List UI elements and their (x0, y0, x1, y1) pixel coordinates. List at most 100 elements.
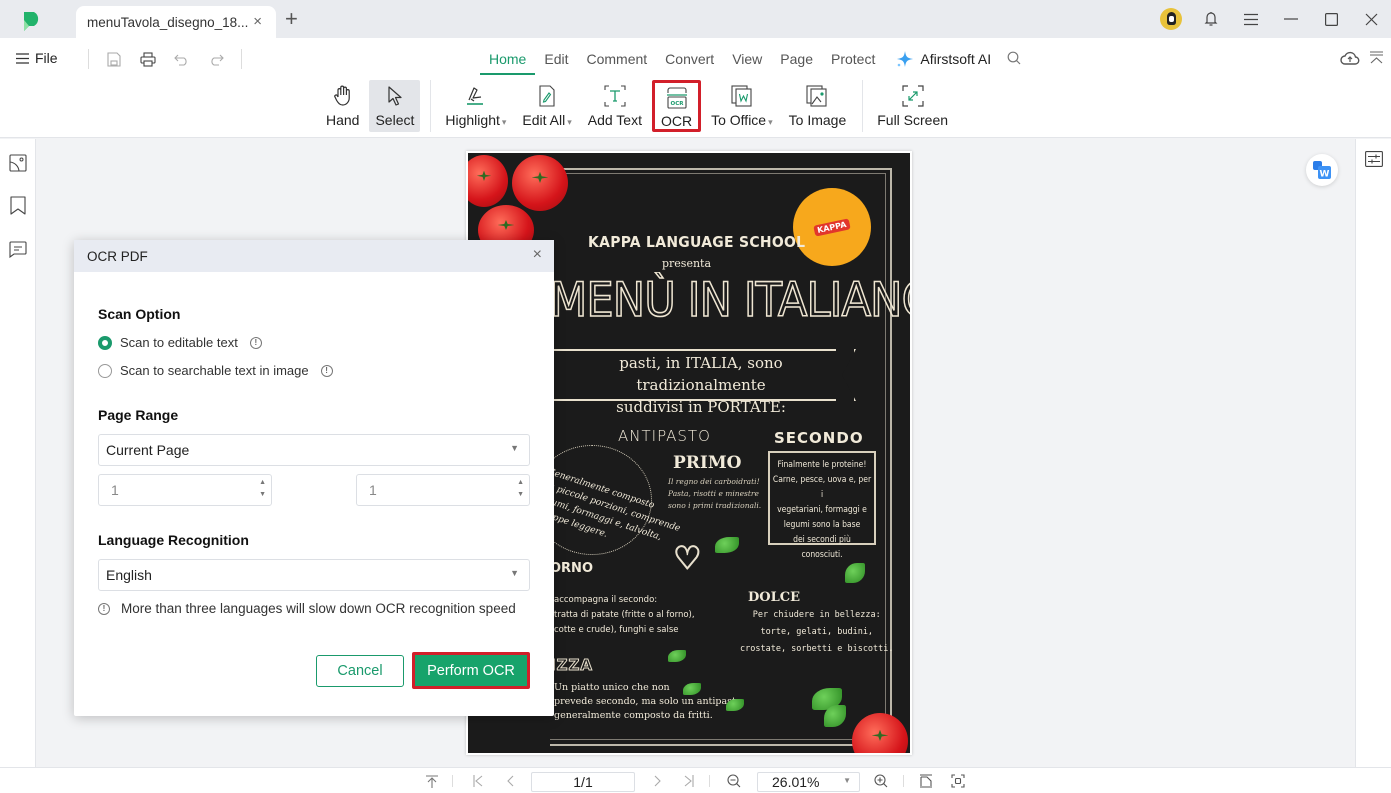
divider (241, 49, 242, 69)
arrow-to-top-icon (426, 774, 438, 788)
tab-edit[interactable]: Edit (535, 49, 577, 75)
comments-panel-button[interactable] (6, 237, 30, 261)
page-number-input[interactable]: 1/1 (531, 772, 635, 792)
language-select[interactable]: English ▼ (98, 559, 530, 591)
search-button[interactable] (1007, 51, 1021, 74)
menu-tabs: Home Edit Comment Convert View Page Prot… (480, 49, 1021, 75)
dialog-header: OCR PDF × (74, 240, 554, 272)
page-to-input[interactable]: 1 ▲ ▼ (356, 474, 530, 506)
secondo-text: Finalmente le proteine! Carne, pesce, uo… (768, 451, 876, 560)
tab-comment[interactable]: Comment (577, 49, 656, 75)
spin-down-icon[interactable]: ▼ (517, 489, 524, 501)
radio-button[interactable] (98, 363, 112, 378)
properties-panel-button[interactable] (1365, 151, 1383, 172)
file-menu-button[interactable]: File (16, 50, 58, 66)
print-button[interactable] (131, 48, 165, 70)
thumbnails-panel-button[interactable] (6, 151, 30, 175)
zoom-out-icon (727, 774, 741, 788)
highlighter-icon (466, 87, 483, 105)
chevron-down-icon: ▼ (510, 443, 519, 453)
add-text-button[interactable]: Add Text (582, 80, 648, 132)
info-icon[interactable]: ! (249, 336, 262, 349)
spin-up-icon[interactable]: ▲ (517, 477, 524, 489)
first-page-button[interactable] (470, 772, 486, 790)
fit-screen-button[interactable] (950, 772, 966, 790)
tab-close-icon[interactable]: × (253, 13, 262, 30)
radio-scan-editable[interactable]: Scan to editable text ! (98, 335, 262, 350)
zoom-out-button[interactable] (726, 772, 742, 790)
banner-line: pasti, in ITALIA, sono tradizionalmente (619, 354, 783, 394)
sliders-icon (1365, 151, 1383, 167)
language-value: English (106, 567, 152, 583)
ocr-button[interactable]: OCR OCR (651, 80, 702, 132)
chevron-down-icon: ▼ (510, 568, 519, 578)
chevron-left-icon (507, 775, 514, 787)
last-page-button[interactable] (681, 772, 697, 790)
document-tab[interactable]: menuTavola_disegno_18... × (76, 6, 276, 38)
search-icon (1007, 51, 1021, 64)
close-window-button[interactable] (1351, 0, 1391, 38)
maximize-button[interactable] (1311, 0, 1351, 38)
notification-button[interactable] (1191, 0, 1231, 38)
perform-ocr-button[interactable]: Perform OCR (415, 655, 527, 686)
page-from-value: 1 (111, 482, 119, 498)
minimize-icon (1284, 18, 1298, 20)
undo-button[interactable] (165, 48, 199, 70)
page-from-stepper[interactable]: ▲ ▼ (259, 477, 266, 501)
select-tool-button[interactable]: Select (369, 80, 421, 132)
spin-up-icon[interactable]: ▲ (259, 477, 266, 489)
highlight-label: Highlight (445, 112, 500, 128)
hamburger-icon (1244, 13, 1258, 25)
fit-page-button[interactable] (918, 772, 934, 790)
zoom-level-select[interactable]: 26.01% ▼ (757, 772, 860, 792)
edit-all-button[interactable]: Edit All ▾ (516, 80, 577, 132)
radio-button-checked[interactable] (98, 335, 112, 350)
primo-heading: PRIMO (673, 453, 742, 473)
spin-down-icon[interactable]: ▼ (259, 489, 266, 501)
hand-icon (333, 85, 350, 106)
cancel-button[interactable]: Cancel (316, 655, 404, 687)
redo-button[interactable] (199, 48, 233, 70)
divider (452, 775, 453, 787)
hand-tool-button[interactable]: Hand (320, 80, 365, 132)
minimize-button[interactable] (1271, 0, 1311, 38)
previous-page-button[interactable] (502, 772, 518, 790)
full-screen-button[interactable]: Full Screen (871, 80, 954, 132)
cloud-upload-button[interactable] (1340, 50, 1360, 71)
tab-convert[interactable]: Convert (656, 49, 723, 75)
user-avatar[interactable] (1151, 0, 1191, 38)
bookmark-icon (10, 195, 26, 215)
tab-home[interactable]: Home (480, 49, 536, 75)
tab-ai-assistant[interactable]: Afirstsoft AI (896, 49, 991, 75)
bookmarks-panel-button[interactable] (6, 193, 30, 217)
page-from-input[interactable]: 1 ▲ ▼ (98, 474, 272, 506)
to-image-button[interactable]: To Image (783, 80, 853, 132)
save-button[interactable] (97, 48, 131, 70)
scan-option-title: Scan Option (98, 306, 181, 322)
next-page-button[interactable] (650, 772, 666, 790)
page-range-title: Page Range (98, 407, 179, 423)
page-range-select[interactable]: Current Page ▼ (98, 434, 530, 466)
translate-button[interactable]: W (1306, 154, 1338, 186)
page-to-stepper[interactable]: ▲ ▼ (517, 477, 524, 501)
redo-icon (211, 54, 224, 66)
info-icon[interactable]: ! (320, 364, 333, 377)
zoom-in-button[interactable] (873, 772, 889, 790)
convert-office-icon (731, 85, 752, 107)
to-office-button[interactable]: To Office ▾ (705, 80, 779, 132)
radio-scan-searchable[interactable]: Scan to searchable text in image ! (98, 363, 333, 378)
new-tab-button[interactable]: + (285, 8, 298, 30)
tab-page[interactable]: Page (771, 49, 822, 75)
sparkle-icon (897, 51, 914, 67)
dolce-text: Per chiudere in bellezza: torte, gelati,… (740, 610, 894, 654)
tab-view[interactable]: View (723, 49, 771, 75)
divider (430, 80, 432, 132)
highlight-button[interactable]: Highlight ▾ (439, 80, 512, 132)
tab-protect[interactable]: Protect (822, 49, 884, 75)
to-office-label: To Office (711, 112, 767, 128)
dialog-close-icon[interactable]: × (533, 246, 542, 264)
scroll-to-top-button[interactable] (424, 772, 440, 790)
fit-page-icon (919, 774, 932, 788)
app-menu-button[interactable] (1231, 0, 1271, 38)
collapse-ribbon-button[interactable] (1370, 51, 1383, 70)
